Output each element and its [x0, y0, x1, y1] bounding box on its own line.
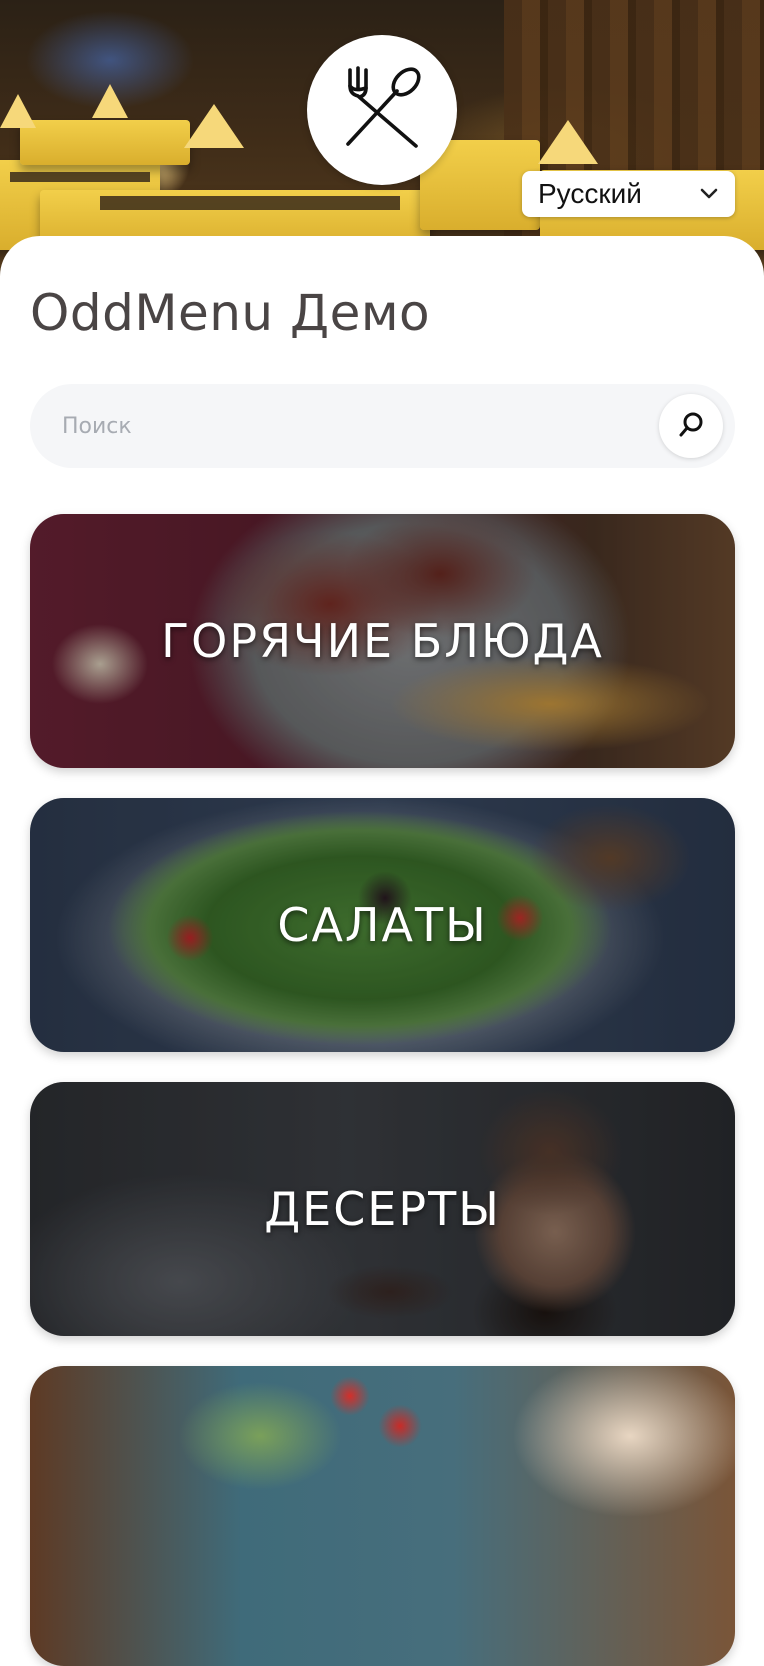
search-button[interactable] — [659, 394, 723, 458]
search-input[interactable] — [30, 384, 630, 468]
restaurant-logo — [307, 35, 457, 185]
category-label: ДЕСЕРТЫ — [264, 1182, 501, 1236]
chevron-down-icon — [699, 185, 719, 204]
category-label: ГОРЯЧИЕ БЛЮДА — [161, 614, 604, 668]
search-icon — [676, 410, 706, 443]
category-card-hot-dishes[interactable]: ГОРЯЧИЕ БЛЮДА — [30, 514, 735, 768]
menu-content-panel: OddMenu Демо ГОРЯЧИЕ БЛЮДА САЛАТЫ ДЕСЕРТ… — [0, 236, 764, 1666]
folded-napkin — [92, 84, 128, 118]
table-runner — [10, 172, 150, 182]
fork-and-spoon-icon — [336, 62, 428, 158]
folded-napkin — [0, 94, 36, 128]
category-label: САЛАТЫ — [277, 898, 488, 952]
category-card-partial[interactable] — [30, 1366, 735, 1666]
search-bar — [30, 384, 735, 468]
category-card-desserts[interactable]: ДЕСЕРТЫ — [30, 1082, 735, 1336]
folded-napkin — [538, 120, 598, 164]
language-select-value: Русский — [538, 178, 642, 209]
category-card-salads[interactable]: САЛАТЫ — [30, 798, 735, 1052]
language-select[interactable]: Русский — [522, 171, 735, 217]
restaurant-title: OddMenu Демо — [30, 284, 431, 342]
folded-napkin — [184, 104, 244, 148]
table-runner — [100, 196, 400, 210]
restaurant-table — [20, 120, 190, 165]
